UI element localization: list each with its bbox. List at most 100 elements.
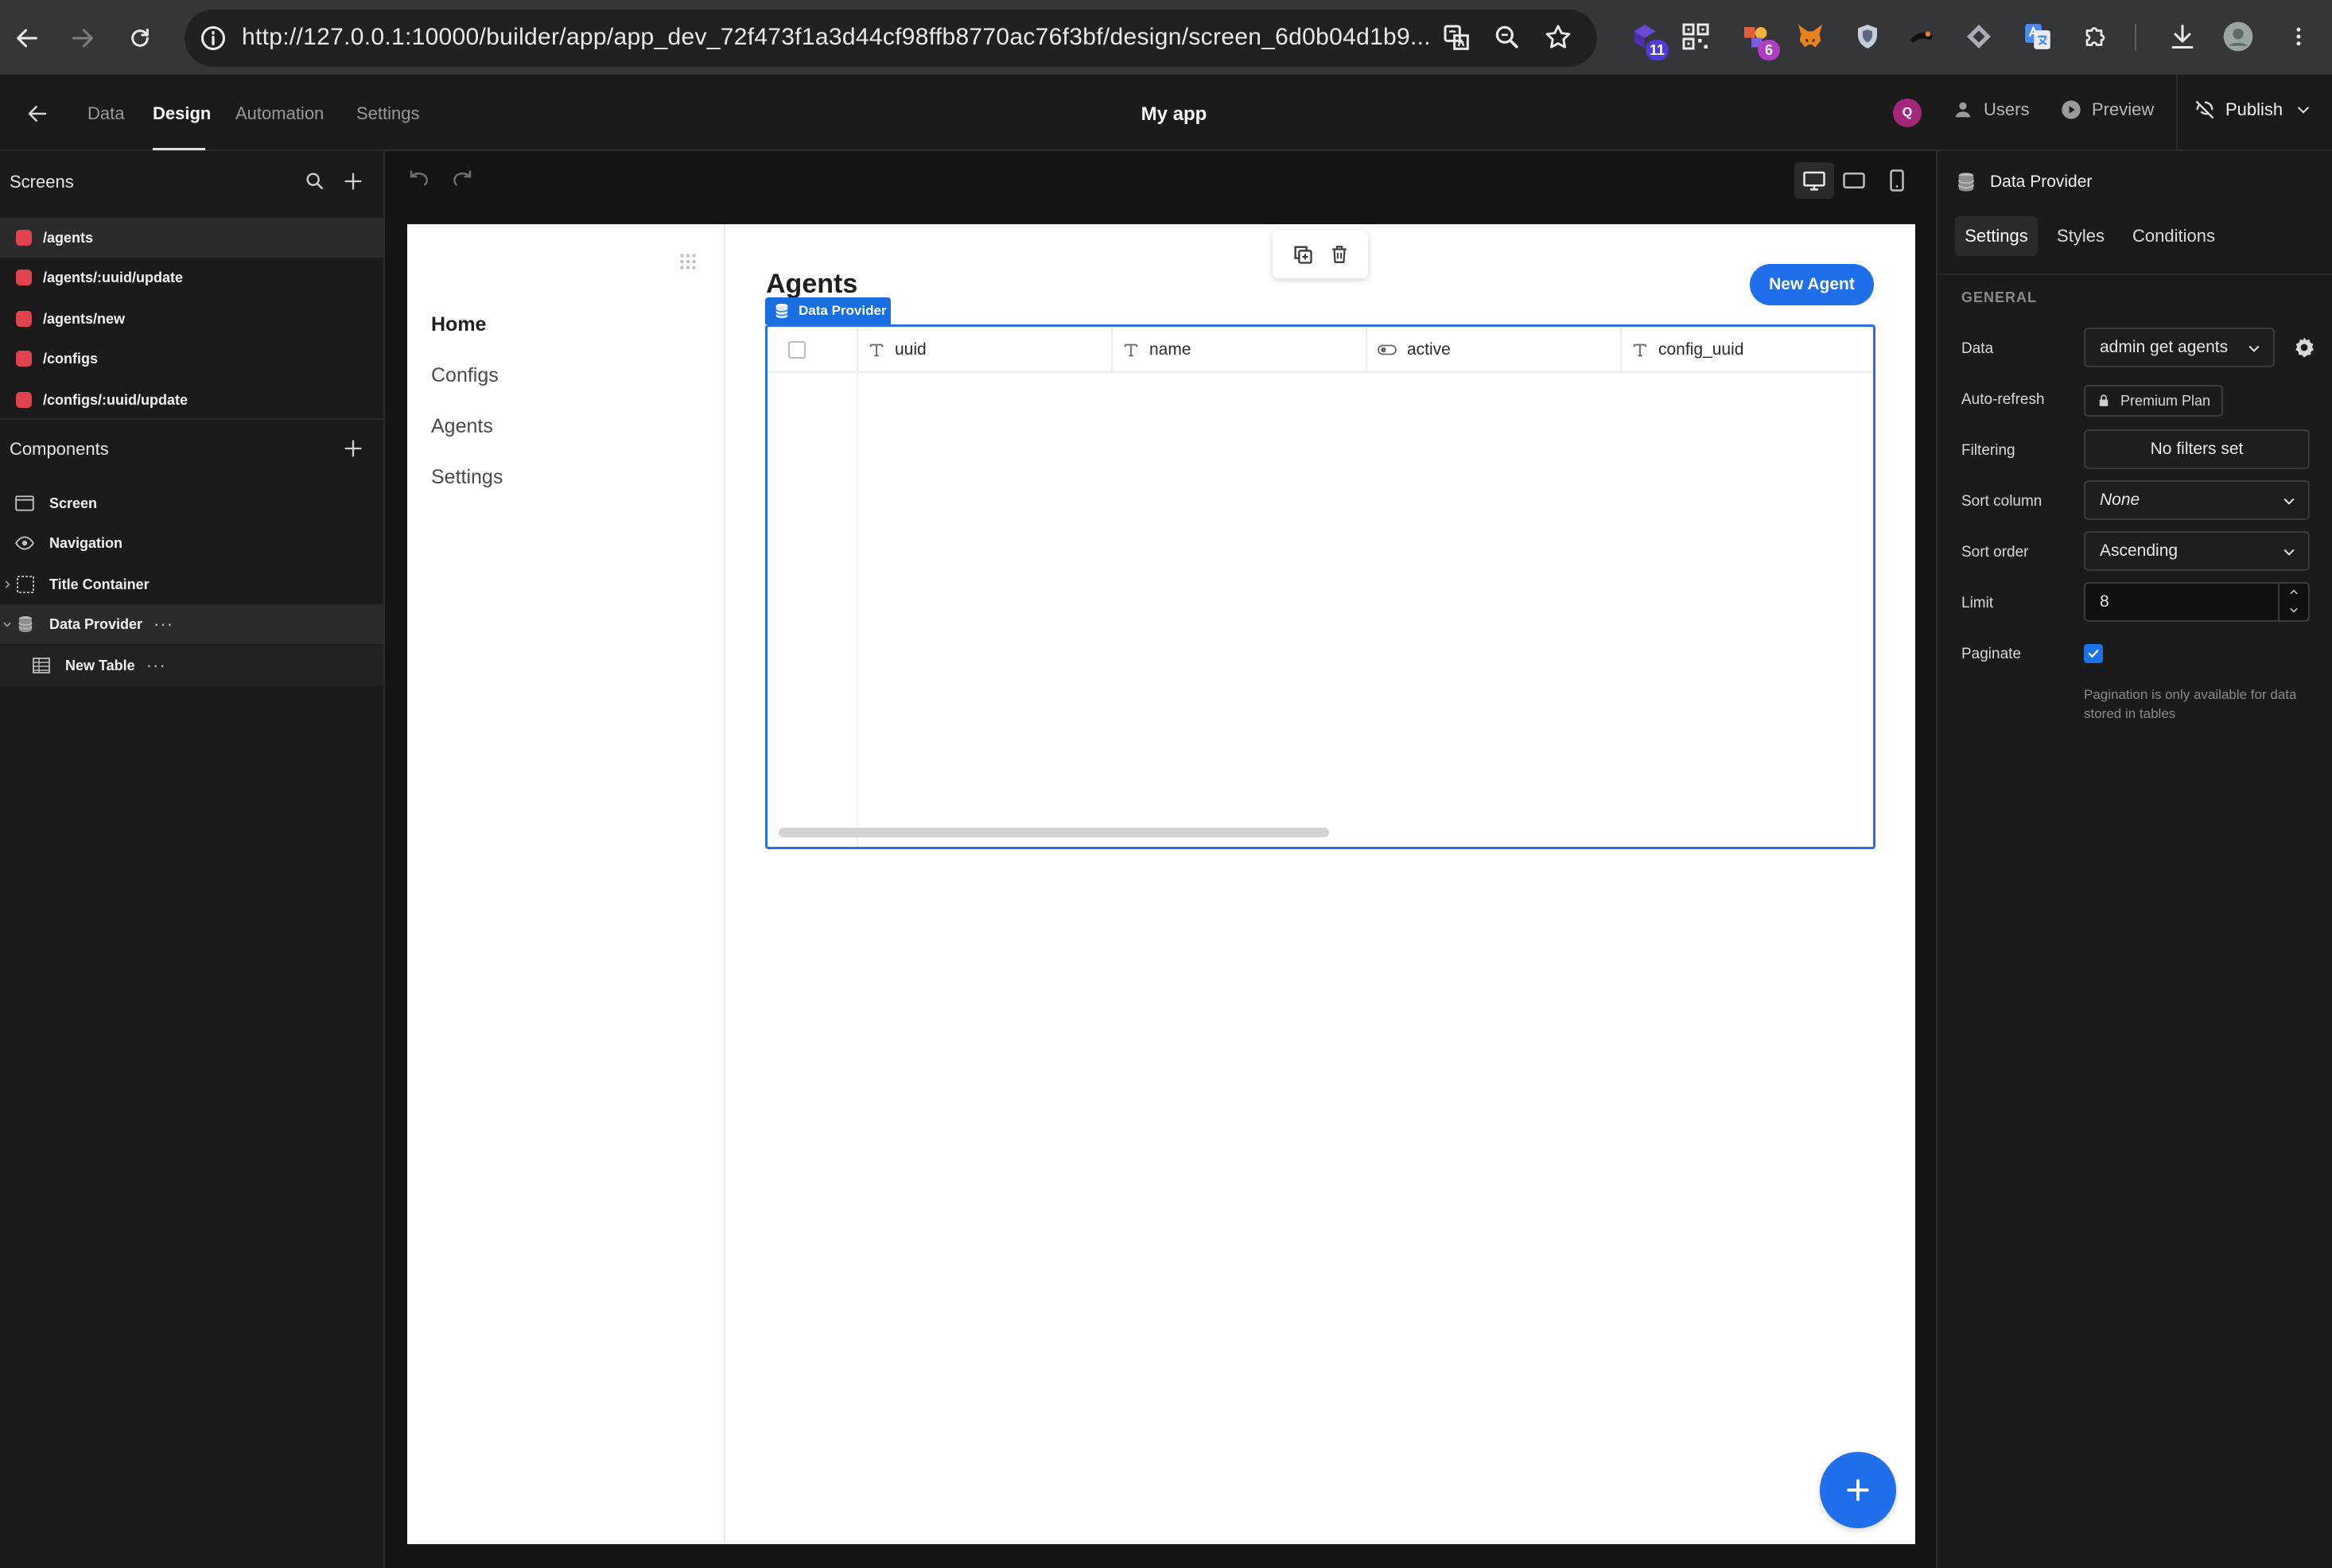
component-title-container[interactable]: Title Container (0, 565, 383, 604)
component-data-provider[interactable]: Data Provider ··· (0, 604, 383, 644)
nav-data[interactable]: Data (87, 103, 124, 124)
gear-icon[interactable] (2292, 336, 2316, 359)
extensions-puzzle-icon[interactable] (2079, 19, 2114, 54)
chevron-right-icon (5, 580, 10, 588)
limit-label: Limit (1961, 595, 1994, 611)
screen-item-configs[interactable]: /configs (0, 339, 383, 378)
user-avatar[interactable]: Q (1893, 99, 1922, 127)
search-icon[interactable] (304, 170, 326, 192)
premium-plan-badge[interactable]: Premium Plan (2084, 385, 2224, 417)
site-info-icon[interactable] (199, 24, 227, 52)
extension-dark-icon[interactable] (1904, 19, 1939, 54)
data-provider-tag-label: Data Provider (799, 303, 887, 318)
url-text[interactable]: http://127.0.0.1:10000/builder/app/app_d… (242, 24, 1431, 51)
text-type-icon (869, 343, 884, 357)
select-all-checkbox[interactable] (788, 341, 806, 359)
back-arrow-icon[interactable] (3, 14, 51, 62)
column-header-name[interactable]: name (1122, 327, 1191, 373)
mobile-view-icon[interactable] (1885, 169, 1909, 192)
publish-button[interactable]: Publish (2194, 99, 2311, 121)
component-screen[interactable]: Screen (0, 483, 383, 523)
data-table[interactable]: uuid name active config_uuid (765, 324, 1875, 849)
paginate-checkbox[interactable] (2084, 644, 2103, 663)
more-options-icon[interactable]: ··· (154, 614, 173, 635)
app-nav-home[interactable]: Home (431, 313, 486, 336)
user-icon (1955, 102, 1971, 118)
back-icon[interactable] (25, 102, 49, 126)
component-label: New Table (65, 657, 135, 673)
duplicate-icon[interactable] (1292, 243, 1314, 266)
screen-item-agents-new[interactable]: /agents/new (0, 299, 383, 339)
filtering-button[interactable]: No filters set (2084, 429, 2310, 469)
screen-item-agents[interactable]: /agents (0, 218, 383, 258)
zoom-icon[interactable] (1492, 22, 1522, 52)
reload-icon[interactable] (116, 14, 164, 62)
sort-column-select[interactable]: None (2084, 480, 2310, 520)
chevron-down-icon (2248, 345, 2260, 352)
column-header-config-uuid[interactable]: config_uuid (1631, 327, 1743, 373)
pagination-note: Pagination is only available for data st… (2084, 687, 2297, 721)
browser-menu-icon[interactable] (2281, 19, 2316, 54)
column-header-active[interactable]: active (1377, 327, 1451, 373)
extension-puzzle-purple-icon[interactable]: 11 (1627, 19, 1669, 60)
redo-icon[interactable] (450, 169, 474, 192)
shield-icon[interactable] (1850, 19, 1885, 54)
limit-stepper[interactable] (2278, 584, 2308, 620)
new-agent-button[interactable]: New Agent (1750, 264, 1874, 305)
text-type-icon (1633, 343, 1647, 357)
checkmark-icon (2088, 650, 2099, 658)
tab-settings[interactable]: Settings (1955, 216, 2038, 256)
drag-handle-icon[interactable] (676, 250, 700, 274)
tablet-view-icon[interactable] (1842, 169, 1866, 192)
desktop-view-icon[interactable] (1794, 162, 1834, 199)
translate-icon[interactable] (1441, 22, 1473, 54)
screen-item-agents-update[interactable]: /agents/:uuid/update (0, 258, 383, 297)
horizontal-scrollbar[interactable] (779, 828, 1329, 837)
component-new-table[interactable]: New Table ··· (0, 646, 383, 685)
nav-settings[interactable]: Settings (356, 103, 420, 124)
add-component-icon[interactable] (342, 437, 364, 460)
component-navigation[interactable]: Navigation (0, 523, 383, 563)
add-screen-icon[interactable] (342, 170, 364, 192)
limit-input[interactable]: 8 (2084, 582, 2310, 622)
profile-avatar-icon[interactable] (2221, 19, 2256, 54)
data-source-select[interactable]: admin get agents (2084, 328, 2275, 367)
qr-code-icon[interactable] (1678, 19, 1713, 54)
screen-item-label: /configs (43, 350, 99, 367)
screen-item-configs-update[interactable]: /configs/:uuid/update (0, 380, 383, 420)
tab-styles[interactable]: Styles (2047, 216, 2114, 256)
settings-panel: Data Provider Settings Styles Conditions… (1936, 151, 2332, 1568)
download-icon[interactable] (2165, 19, 2200, 54)
nav-automation[interactable]: Automation (235, 103, 324, 124)
forward-arrow-icon[interactable] (59, 14, 107, 62)
address-bar[interactable]: http://127.0.0.1:10000/builder/app/app_d… (185, 10, 1597, 67)
nav-design[interactable]: Design (153, 103, 211, 124)
column-header-uuid[interactable]: uuid (868, 327, 927, 373)
active-nav-underline (153, 148, 205, 150)
add-component-fab[interactable] (1820, 1452, 1896, 1528)
google-translate-icon[interactable] (2020, 19, 2055, 54)
column-header-label: config_uuid (1658, 340, 1744, 359)
metamask-fox-icon[interactable] (1793, 19, 1828, 54)
trash-icon[interactable] (1329, 244, 1350, 265)
publish-off-icon (2195, 100, 2214, 119)
app-nav-configs[interactable]: Configs (431, 364, 499, 387)
paginate-label: Paginate (1961, 646, 2022, 662)
data-provider-tag[interactable]: Data Provider (765, 297, 891, 324)
page-heading: Agents (766, 269, 858, 299)
extension-diamond-icon[interactable] (1961, 19, 1996, 54)
app-nav-agents[interactable]: Agents (431, 415, 493, 438)
users-button[interactable]: Users (1952, 99, 2029, 121)
undo-icon[interactable] (407, 169, 431, 192)
extension-shapes-icon[interactable]: 6 (1739, 19, 1780, 60)
tab-conditions[interactable]: Conditions (2124, 216, 2224, 256)
component-label: Title Container (49, 576, 150, 592)
bookmark-star-icon[interactable] (1543, 22, 1573, 52)
sort-order-select[interactable]: Ascending (2084, 531, 2310, 571)
publish-label: Publish (2225, 99, 2283, 119)
preview-button[interactable]: Preview (2060, 99, 2154, 121)
app-nav-settings[interactable]: Settings (431, 466, 503, 489)
text-type-icon (1124, 343, 1138, 357)
more-options-icon[interactable]: ··· (146, 655, 166, 676)
preview-label: Preview (2092, 99, 2155, 119)
